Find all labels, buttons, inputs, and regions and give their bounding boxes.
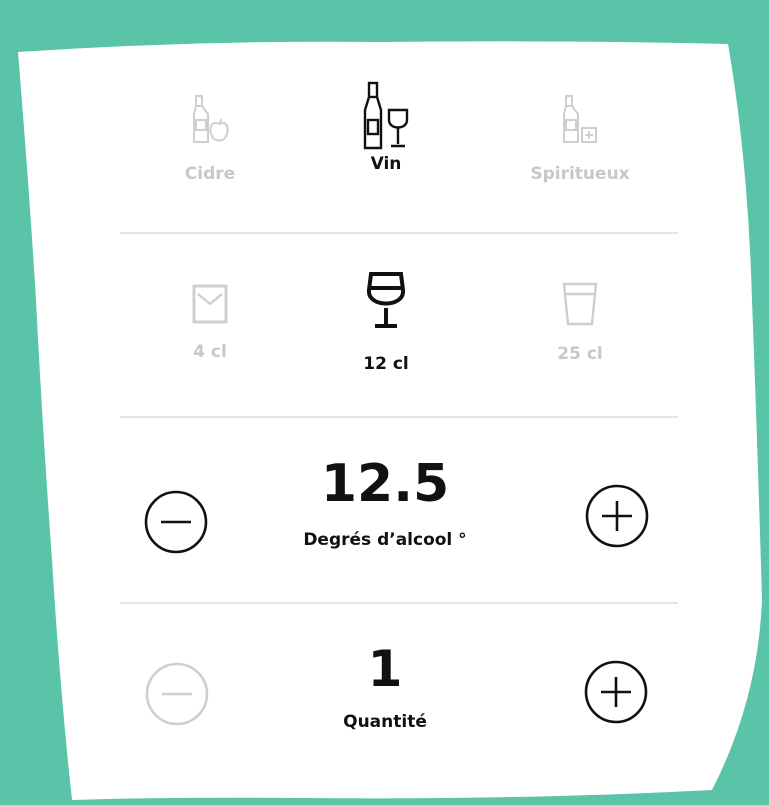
quantity-label: Quantité — [343, 712, 427, 732]
plus-circle-icon — [583, 482, 651, 550]
divider — [120, 232, 678, 234]
drink-type-label: Cidre — [184, 164, 236, 184]
drink-type-cidre[interactable]: Cidre — [150, 92, 270, 184]
alcohol-label: Degrés d’alcool ° — [303, 530, 467, 550]
wine-glass-icon — [363, 268, 409, 334]
spirits-bottle-icon — [560, 92, 600, 148]
quantity-increase-button[interactable] — [582, 658, 650, 726]
plus-circle-icon — [582, 658, 650, 726]
volume-label: 25 cl — [557, 344, 603, 364]
wine-bottle-glass-icon — [359, 80, 413, 152]
volume-label: 4 cl — [193, 342, 227, 362]
shot-glass-icon — [190, 282, 230, 326]
divider — [120, 602, 678, 604]
drink-type-label: Vin — [370, 154, 402, 174]
drink-type-label: Spiritueux — [530, 164, 630, 184]
quantity-value: 1 — [367, 640, 403, 698]
volume-4cl[interactable]: 4 cl — [150, 282, 270, 362]
alcohol-increase-button[interactable] — [583, 482, 651, 550]
volume-25cl[interactable]: 25 cl — [520, 280, 640, 364]
divider — [120, 416, 678, 418]
tumbler-glass-icon — [560, 280, 600, 328]
drink-type-spiritueux[interactable]: Spiritueux — [520, 92, 640, 184]
drink-calculator-card: Cidre Vin Spiritueux 4 cl 12 cl 25 cl 12… — [0, 0, 769, 805]
drink-type-vin[interactable]: Vin — [336, 80, 436, 174]
cider-bottle-icon — [190, 92, 230, 148]
volume-12cl[interactable]: 12 cl — [346, 268, 426, 374]
alcohol-value: 12.5 — [320, 454, 450, 514]
volume-label: 12 cl — [363, 354, 409, 374]
